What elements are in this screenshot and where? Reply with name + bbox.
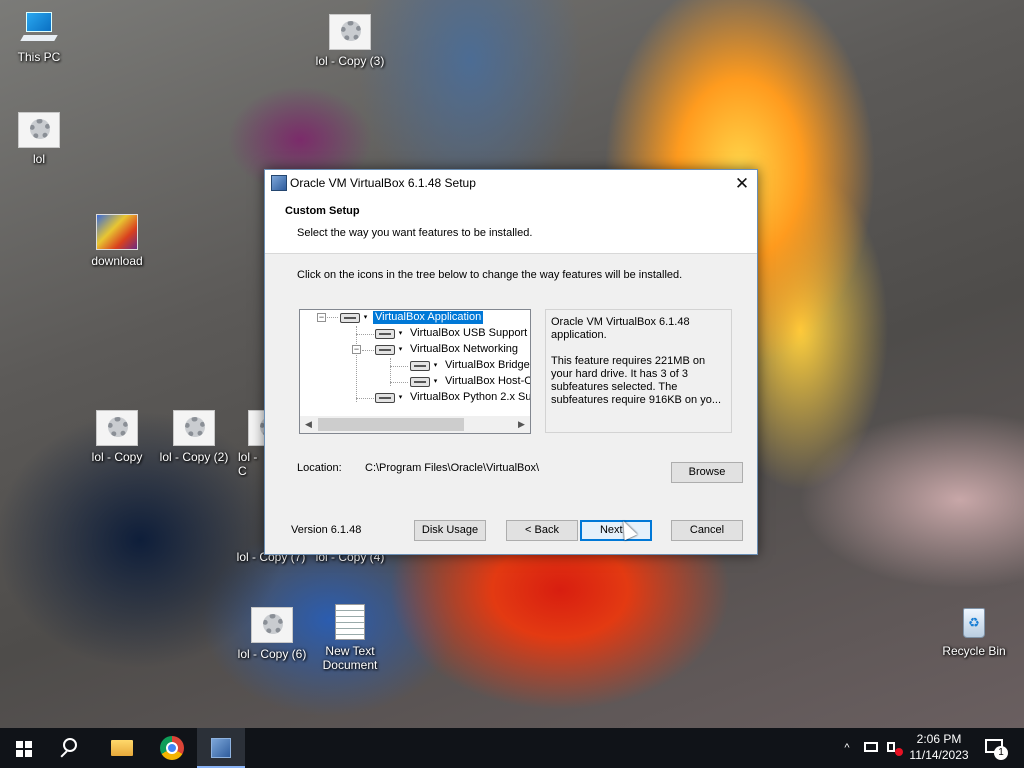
dropdown-arrow-icon[interactable]: ▾ — [431, 361, 440, 371]
scroll-right-icon[interactable]: ▶ — [513, 416, 530, 433]
windows-logo-icon — [16, 741, 32, 757]
desktop-icon-this-pc[interactable]: This PC — [2, 10, 76, 64]
desktop-icon-label: lol — [32, 152, 45, 166]
notification-count-badge: 1 — [994, 746, 1008, 760]
clock-time: 2:06 PM — [916, 732, 962, 746]
settings-file-icon — [173, 410, 215, 446]
image-file-icon — [96, 214, 138, 250]
desktop-icon-label: lol - Copy (3) — [315, 54, 385, 68]
settings-file-icon — [251, 607, 293, 643]
desktop-icon-download[interactable]: download — [80, 214, 154, 268]
collapse-toggle[interactable]: − — [317, 313, 326, 322]
desktop-icon-label: lol - Copy — [91, 450, 143, 464]
taskbar: ^ 2:06 PM 11/14/2023 1 — [0, 728, 1024, 768]
settings-file-icon — [18, 112, 60, 148]
desktop-icon-label: lol - C — [238, 450, 258, 478]
virtualbox-setup-taskbar-button[interactable] — [197, 728, 245, 768]
disk-usage-button[interactable]: Disk Usage — [414, 520, 486, 541]
dialog-banner: Custom Setup Select the way you want fea… — [265, 197, 757, 254]
desktop-icon-lol[interactable]: lol — [2, 112, 76, 166]
desktop-icon-lol-copy-partial[interactable]: lol - C — [226, 410, 264, 478]
desktop-icon-lol-copy-2[interactable]: lol - Copy (2) — [157, 410, 231, 464]
browse-button[interactable]: Browse — [671, 462, 743, 483]
feature-description: Oracle VM VirtualBox 6.1.48 application.… — [545, 309, 732, 433]
volume-muted-icon[interactable] — [884, 728, 903, 768]
action-center-button[interactable]: 1 — [980, 728, 1010, 768]
install-state-icon[interactable] — [375, 345, 395, 355]
chrome-button[interactable] — [148, 728, 196, 768]
show-hidden-icons-button[interactable]: ^ — [838, 728, 856, 768]
install-state-icon[interactable] — [375, 329, 395, 339]
virtualbox-installer-icon — [271, 175, 287, 191]
close-icon[interactable]: ✕ — [727, 170, 757, 197]
instruction-text: Click on the icons in the tree below to … — [297, 269, 683, 281]
cancel-button[interactable]: Cancel — [671, 520, 743, 541]
text-file-icon — [335, 604, 365, 640]
version-label: Version 6.1.48 — [291, 524, 362, 536]
horizontal-scrollbar[interactable]: ◀ ▶ — [300, 416, 530, 433]
dropdown-arrow-icon[interactable]: ▾ — [396, 393, 405, 403]
desktop-icon-new-text-document[interactable]: New Text Document — [313, 604, 387, 672]
search-button[interactable] — [48, 728, 96, 768]
desktop-icon-label: Recycle Bin — [942, 644, 1006, 658]
folder-icon — [111, 740, 133, 756]
install-state-icon[interactable] — [410, 361, 430, 371]
settings-file-icon — [248, 410, 264, 446]
dropdown-arrow-icon[interactable]: ▾ — [361, 313, 370, 323]
tree-item-label: VirtualBox Networking — [410, 343, 519, 355]
setup-dialog: Oracle VM VirtualBox 6.1.48 Setup ✕ Cust… — [264, 169, 758, 555]
desktop-icon-label: This PC — [17, 50, 61, 64]
tree-item-label: VirtualBox Python 2.x Support — [410, 391, 530, 403]
back-button[interactable]: < Back — [506, 520, 578, 541]
install-state-icon[interactable] — [375, 393, 395, 403]
network-icon[interactable] — [862, 728, 880, 768]
dropdown-arrow-icon[interactable]: ▾ — [396, 329, 405, 339]
settings-file-icon — [96, 410, 138, 446]
tree-item-label: VirtualBox USB Support — [410, 327, 528, 339]
collapse-toggle[interactable]: − — [352, 345, 361, 354]
desktop-icon-recycle-bin[interactable]: ♻ Recycle Bin — [937, 604, 1011, 658]
desktop-icon-label: New Text Document — [322, 644, 378, 672]
clock[interactable]: 2:06 PM 11/14/2023 — [906, 728, 972, 768]
clock-date: 11/14/2023 — [909, 748, 969, 762]
recycle-bin-icon: ♻ — [953, 604, 995, 640]
dialog-titlebar[interactable]: Oracle VM VirtualBox 6.1.48 Setup ✕ — [265, 170, 757, 197]
install-state-icon[interactable] — [340, 313, 360, 323]
desktop-icon-lol-copy-6[interactable]: lol - Copy (6) — [235, 607, 309, 661]
location-value: C:\Program Files\Oracle\VirtualBox\ — [365, 462, 540, 474]
settings-file-icon — [329, 14, 371, 50]
install-state-icon[interactable] — [410, 377, 430, 387]
scrollbar-thumb[interactable] — [318, 418, 464, 431]
dropdown-arrow-icon[interactable]: ▾ — [396, 345, 405, 355]
feature-description-title: Oracle VM VirtualBox 6.1.48 application. — [551, 316, 690, 341]
tree-item-label: VirtualBox Bridged — [445, 359, 530, 371]
feature-description-details: This feature requires 221MB on your hard… — [551, 355, 721, 406]
file-explorer-button[interactable] — [98, 728, 146, 768]
scroll-left-icon[interactable]: ◀ — [300, 416, 317, 433]
virtualbox-installer-icon — [211, 738, 231, 758]
desktop-icon-lol-copy-3[interactable]: lol - Copy (3) — [313, 14, 387, 68]
location-label: Location: — [297, 462, 342, 474]
tree-item-label: VirtualBox Host-Only — [445, 375, 530, 387]
dialog-title: Oracle VM VirtualBox 6.1.48 Setup — [290, 176, 476, 190]
page-subheading: Select the way you want features to be i… — [297, 227, 533, 239]
desktop-icon-lol-copy[interactable]: lol - Copy — [80, 410, 154, 464]
feature-tree[interactable]: − − ▾ VirtualBox Application ▾ VirtualBo… — [299, 309, 531, 434]
start-button[interactable] — [0, 728, 48, 768]
pc-icon — [18, 10, 60, 46]
tree-item-label: VirtualBox Application — [371, 310, 485, 325]
desktop-icon-label: lol - Copy (6) — [237, 647, 307, 661]
chrome-icon — [160, 736, 184, 760]
desktop-icon-label: lol - Copy (2) — [159, 450, 229, 464]
dropdown-arrow-icon[interactable]: ▾ — [431, 377, 440, 387]
desktop-icon-label: download — [91, 254, 143, 268]
page-heading: Custom Setup — [285, 205, 360, 217]
